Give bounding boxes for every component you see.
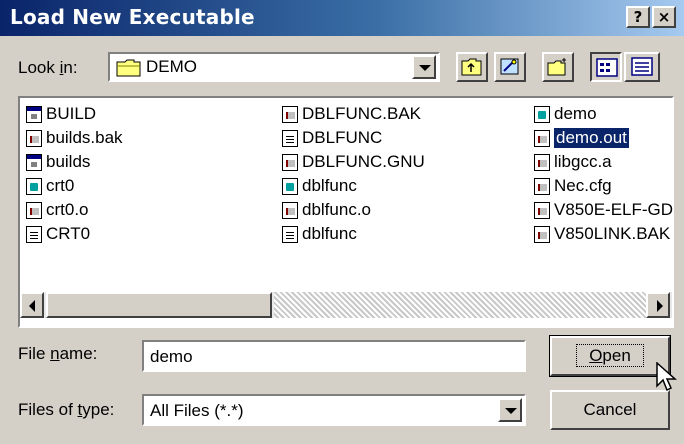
file-name: V850LINK.BAK bbox=[554, 224, 671, 243]
file-name: dblfunc bbox=[302, 224, 357, 243]
file-gen-icon bbox=[534, 201, 550, 219]
file-gen-icon bbox=[534, 225, 550, 243]
file-item[interactable]: CRT0 bbox=[26, 222, 90, 246]
file-name: dblfunc bbox=[302, 176, 357, 195]
file-item[interactable]: DBLFUNC.GNU bbox=[282, 150, 425, 174]
file-gen-icon bbox=[282, 105, 298, 123]
filetype-dropdown-button[interactable] bbox=[498, 398, 522, 422]
file-item[interactable]: crt0.o bbox=[26, 198, 89, 222]
file-item[interactable]: Nec.cfg bbox=[534, 174, 612, 198]
file-item[interactable]: dblfunc bbox=[282, 222, 357, 246]
file-gen-icon bbox=[282, 153, 298, 171]
file-gen-icon bbox=[282, 201, 298, 219]
lookin-label: Look in: bbox=[18, 58, 78, 77]
lookin-dropdown-button[interactable] bbox=[412, 55, 436, 79]
file-name: builds.bak bbox=[46, 128, 123, 147]
file-gen-icon bbox=[26, 201, 42, 219]
file-item[interactable]: V850LINK.BAK bbox=[534, 222, 670, 246]
help-button[interactable]: ? bbox=[626, 6, 650, 28]
file-item[interactable]: builds bbox=[26, 150, 90, 174]
file-gen-icon bbox=[534, 177, 550, 195]
filetype-value: All Files (*.*) bbox=[150, 401, 244, 420]
open-button[interactable]: Open bbox=[549, 335, 671, 377]
cancel-button[interactable]: Cancel bbox=[550, 390, 670, 430]
file-name: DBLFUNC.BAK bbox=[302, 104, 422, 123]
desktop-icon bbox=[500, 58, 519, 75]
lookin-dropdown[interactable]: DEMO bbox=[108, 52, 440, 82]
file-src-icon bbox=[534, 105, 550, 123]
arrow-left-icon bbox=[29, 300, 35, 312]
file-item[interactable]: DBLFUNC.BAK bbox=[282, 102, 421, 126]
file-item[interactable]: demo.out bbox=[534, 126, 629, 150]
filename-label: File name: bbox=[18, 344, 98, 363]
file-name: Nec.cfg bbox=[554, 176, 612, 195]
up-one-level-icon bbox=[461, 58, 482, 76]
arrow-right-icon bbox=[657, 300, 663, 312]
file-name: CRT0 bbox=[46, 224, 91, 243]
file-name: dblfunc.o bbox=[302, 200, 371, 219]
file-name: DBLFUNC bbox=[302, 128, 383, 147]
details-view-icon bbox=[631, 57, 653, 76]
file-doc-icon bbox=[26, 225, 42, 243]
file-app-icon bbox=[26, 105, 42, 123]
list-view-icon bbox=[596, 58, 618, 77]
folder-icon bbox=[116, 59, 141, 77]
filetype-label: Files of type: bbox=[18, 400, 115, 419]
file-name: builds bbox=[46, 152, 91, 171]
file-gen-icon bbox=[534, 129, 550, 147]
filename-input[interactable]: demo bbox=[142, 340, 526, 372]
file-src-icon bbox=[26, 177, 42, 195]
file-name: DBLFUNC.GNU bbox=[302, 152, 425, 171]
file-name: demo.out bbox=[554, 128, 629, 148]
filetype-dropdown[interactable]: All Files (*.*) bbox=[142, 394, 526, 426]
scroll-track[interactable] bbox=[274, 292, 646, 318]
window-title: Load New Executable bbox=[10, 5, 255, 29]
file-item[interactable]: BUILD bbox=[26, 102, 96, 126]
file-item[interactable]: dblfunc bbox=[282, 174, 357, 198]
file-app-icon bbox=[26, 153, 42, 171]
details-view-button[interactable] bbox=[624, 52, 660, 82]
file-gen-icon bbox=[26, 129, 42, 147]
file-src-icon bbox=[282, 177, 298, 195]
up-one-level-button[interactable] bbox=[456, 52, 488, 82]
title-bar: Load New Executable ? × bbox=[0, 0, 684, 36]
file-name: libgcc.a bbox=[554, 152, 612, 171]
file-item[interactable]: demo bbox=[534, 102, 597, 126]
scroll-thumb[interactable] bbox=[46, 292, 272, 318]
file-item[interactable]: V850E-ELF-GD bbox=[534, 198, 673, 222]
file-doc-icon bbox=[282, 225, 298, 243]
lookin-value: DEMO bbox=[146, 57, 197, 76]
new-folder-icon bbox=[547, 58, 566, 76]
file-gen-icon bbox=[534, 153, 550, 171]
file-item[interactable]: DBLFUNC bbox=[282, 126, 382, 150]
horizontal-scrollbar[interactable] bbox=[20, 292, 672, 318]
file-doc-icon bbox=[282, 129, 298, 147]
file-item[interactable]: dblfunc.o bbox=[282, 198, 371, 222]
filename-value: demo bbox=[150, 347, 193, 366]
file-name: V850E-ELF-GD bbox=[554, 200, 674, 219]
list-view-button[interactable] bbox=[590, 52, 622, 82]
file-name: BUILD bbox=[46, 104, 97, 123]
new-folder-button[interactable] bbox=[542, 52, 574, 82]
desktop-button[interactable] bbox=[494, 52, 526, 82]
file-name: crt0 bbox=[46, 176, 75, 195]
close-button[interactable]: × bbox=[652, 6, 676, 28]
mouse-cursor-icon bbox=[656, 362, 677, 392]
file-name: demo bbox=[554, 104, 597, 123]
scroll-left-button[interactable] bbox=[20, 292, 44, 318]
file-name: crt0.o bbox=[46, 200, 89, 219]
file-item[interactable]: crt0 bbox=[26, 174, 74, 198]
scroll-right-button[interactable] bbox=[646, 292, 670, 318]
file-item[interactable]: libgcc.a bbox=[534, 150, 612, 174]
file-item[interactable]: builds.bak bbox=[26, 126, 123, 150]
